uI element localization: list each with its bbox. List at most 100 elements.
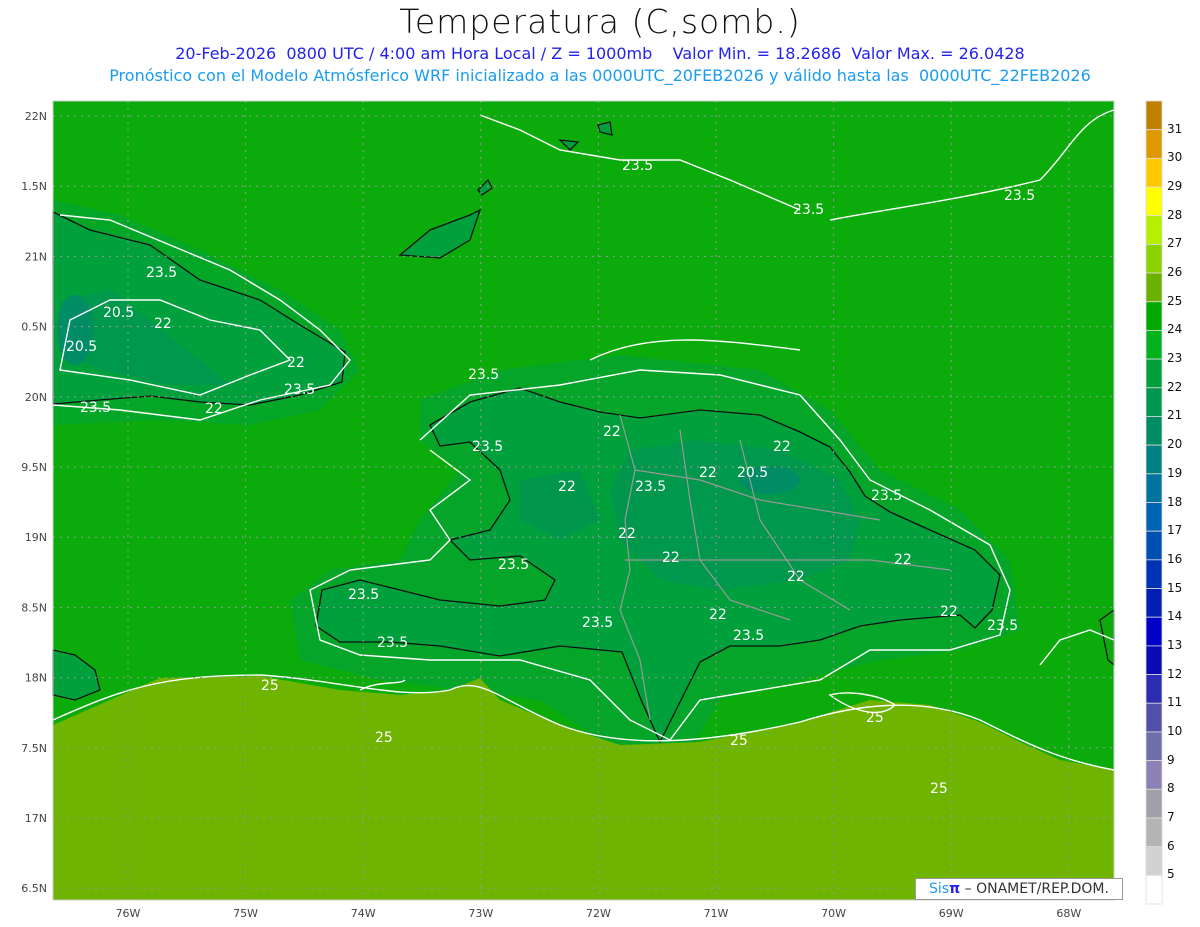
colorbar-swatch: [1145, 674, 1163, 704]
contour-label: 25: [930, 781, 948, 797]
lat-tick-label: 18N: [25, 672, 47, 685]
contour-label: 22: [709, 607, 727, 623]
brand-sis: Sis: [929, 881, 950, 897]
colorbar-label: 21: [1167, 408, 1183, 423]
contour-label: 23.5: [284, 382, 315, 398]
colorbar-label: 6: [1167, 838, 1175, 853]
colorbar-label: 13: [1167, 637, 1183, 652]
contour-label: 23.5: [146, 265, 177, 281]
contour-label: 25: [261, 678, 279, 694]
colorbar-swatch: [1145, 330, 1163, 360]
colorbar-swatch: [1145, 788, 1163, 819]
lon-tick-label: 75W: [233, 907, 258, 920]
lon-tick-label: 71W: [704, 907, 729, 920]
colorbar-swatch: [1145, 817, 1163, 848]
colorbar-label: 23: [1167, 351, 1183, 366]
lat-tick-label: 21N: [25, 250, 47, 263]
lon-tick-label: 74W: [351, 907, 376, 920]
colorbar-swatch: [1145, 616, 1163, 647]
contour-label: 22: [940, 604, 958, 620]
contour-label: 23.5: [1004, 188, 1035, 204]
credit-box: Sisπ – ONAMET/REP.DOM.: [915, 878, 1123, 900]
contour-label: 20.5: [66, 339, 97, 355]
contour-label: 22: [205, 401, 223, 417]
contour-label: 22: [699, 465, 717, 481]
lat-tick-label: 19N: [25, 531, 47, 544]
colorbar-swatch: [1145, 416, 1163, 446]
colorbar-label: 7: [1167, 809, 1175, 824]
colorbar-swatch: [1145, 157, 1163, 188]
colorbar-swatch: [1145, 588, 1163, 618]
colorbar-label: 20: [1167, 437, 1183, 452]
colorbar-swatch: [1145, 530, 1163, 561]
contour-label: 25: [375, 730, 393, 746]
colorbar-label: 24: [1167, 322, 1183, 337]
lon-tick-label: 76W: [116, 907, 141, 920]
contour-label: 22: [558, 479, 576, 495]
colorbar-label: 10: [1167, 723, 1183, 738]
colorbar-swatch: [1145, 760, 1163, 790]
colorbar-label: 27: [1167, 236, 1183, 251]
contour-label: 23.5: [987, 618, 1018, 634]
contour-label: 22: [773, 439, 791, 455]
contour-label: 23.5: [468, 367, 499, 383]
colorbar-label: 30: [1167, 150, 1183, 165]
colorbar-label: 19: [1167, 465, 1183, 480]
colorbar: [1145, 100, 1163, 905]
contour-label: 20.5: [737, 465, 768, 481]
colorbar-swatch: [1145, 502, 1163, 532]
colorbar-swatch: [1145, 645, 1163, 675]
lon-tick-label: 73W: [468, 907, 493, 920]
colorbar-swatch: [1145, 215, 1163, 245]
contour-label: 23.5: [793, 202, 824, 218]
lat-tick-label: 17N: [25, 812, 47, 825]
colorbar-label: 29: [1167, 179, 1183, 194]
contour-label: 22: [287, 355, 305, 371]
colorbar-label: 31: [1167, 121, 1183, 136]
contour-label: 23.5: [622, 158, 653, 174]
lat-tick-label: 1.5N: [21, 180, 47, 193]
contour-label: 22: [662, 550, 680, 566]
lon-tick-label: 72W: [586, 907, 611, 920]
colorbar-swatch: [1145, 272, 1163, 303]
lon-tick-label: 70W: [821, 907, 846, 920]
lat-tick-label: 20N: [25, 391, 47, 404]
colorbar-label: 14: [1167, 609, 1183, 624]
colorbar-swatch: [1145, 129, 1163, 159]
contour-label: 22: [603, 424, 621, 440]
contour-label: 22: [787, 569, 805, 585]
contour-label: 23.5: [582, 615, 613, 631]
contour-label: 22: [894, 552, 912, 568]
contour-label: 25: [866, 710, 884, 726]
colorbar-label: 11: [1167, 695, 1183, 710]
colorbar-swatch: [1145, 702, 1163, 733]
colorbar-swatch: [1145, 387, 1163, 417]
contour-label: 25: [730, 733, 748, 749]
contour-label: 23.5: [377, 635, 408, 651]
colorbar-label: 25: [1167, 293, 1183, 308]
colorbar-label: 26: [1167, 265, 1183, 280]
colorbar-label: 16: [1167, 551, 1183, 566]
colorbar-swatch: [1145, 846, 1163, 876]
contour-label: 23.5: [348, 587, 379, 603]
lat-tick-label: 6.5N: [21, 882, 47, 895]
lat-tick-label: 8.5N: [21, 601, 47, 614]
contour-label: 23.5: [871, 488, 902, 504]
colorbar-label: 8: [1167, 781, 1175, 796]
colorbar-label: 12: [1167, 666, 1183, 681]
contour-label: 23.5: [80, 400, 111, 416]
contour-label: 22: [618, 526, 636, 542]
contour-label: 20.5: [103, 305, 134, 321]
lat-tick-label: 7.5N: [21, 742, 47, 755]
lon-tick-label: 69W: [939, 907, 964, 920]
colorbar-swatch: [1145, 100, 1163, 131]
colorbar-label: 15: [1167, 580, 1183, 595]
lat-tick-label: 0.5N: [21, 321, 47, 334]
colorbar-label: 9: [1167, 752, 1175, 767]
contour-label: 23.5: [733, 628, 764, 644]
colorbar-swatch: [1145, 358, 1163, 389]
colorbar-swatch: [1145, 473, 1163, 503]
colorbar-label: 22: [1167, 379, 1183, 394]
contour-label: 23.5: [635, 479, 666, 495]
colorbar-label: 18: [1167, 494, 1183, 509]
